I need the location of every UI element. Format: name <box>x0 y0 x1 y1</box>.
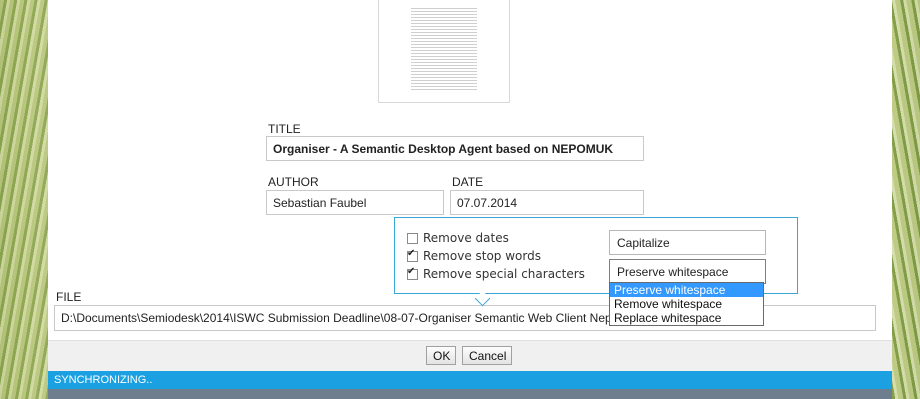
cancel-button[interactable]: Cancel <box>462 346 512 365</box>
remove-special-characters-label: Remove special characters <box>423 267 585 281</box>
dialog-window: TITLE Organiser - A Semantic Desktop Age… <box>48 0 892 399</box>
ok-button[interactable]: OK <box>426 346 456 365</box>
document-thumbnail <box>378 0 510 103</box>
status-text: SYNCHRONIZING.. <box>54 374 153 386</box>
taskbar-strip <box>48 389 892 399</box>
date-label: DATE <box>452 175 484 189</box>
whitespace-dropdown-list[interactable]: Preserve whitespace Remove whitespace Re… <box>609 282 764 326</box>
remove-dates-label: Remove dates <box>423 231 509 245</box>
remove-dates-box[interactable] <box>407 232 418 244</box>
title-field[interactable]: Organiser - A Semantic Desktop Agent bas… <box>266 136 644 161</box>
capitalize-button[interactable]: Capitalize <box>609 230 766 255</box>
document-text-lines <box>411 8 477 92</box>
dropdown-option-remove[interactable]: Remove whitespace <box>610 297 763 311</box>
background-left <box>0 0 48 399</box>
remove-dates-checkbox[interactable]: Remove dates <box>407 231 509 245</box>
author-field[interactable]: Sebastian Faubel <box>266 190 444 215</box>
whitespace-select[interactable]: Preserve whitespace <box>609 259 766 284</box>
dropdown-option-replace[interactable]: Replace whitespace <box>610 311 763 325</box>
status-bar: SYNCHRONIZING.. <box>48 371 892 389</box>
title-label: TITLE <box>268 122 301 136</box>
dropdown-option-preserve[interactable]: Preserve whitespace <box>610 283 763 297</box>
remove-stop-words-checkbox[interactable]: Remove stop words <box>407 248 541 263</box>
remove-special-characters-checkbox[interactable]: Remove special characters <box>407 266 585 281</box>
file-label: FILE <box>56 290 82 304</box>
remove-stop-words-box[interactable] <box>407 248 418 262</box>
remove-special-characters-box[interactable] <box>407 266 418 280</box>
remove-stop-words-label: Remove stop words <box>423 249 541 263</box>
date-field[interactable]: 07.07.2014 <box>450 190 644 215</box>
button-bar: OK Cancel <box>48 340 892 372</box>
author-label: AUTHOR <box>268 175 319 189</box>
